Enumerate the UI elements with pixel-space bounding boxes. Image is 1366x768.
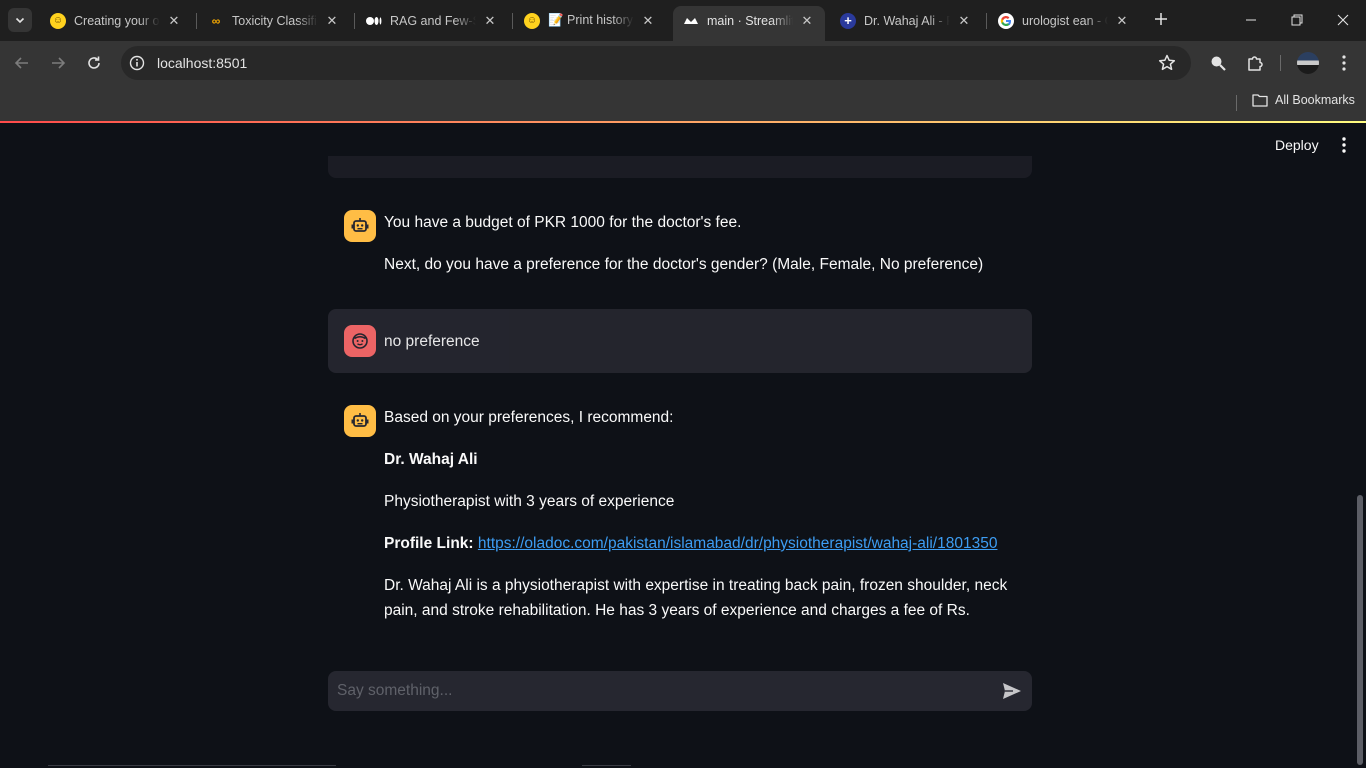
- app-menu-button[interactable]: [1333, 134, 1355, 156]
- tab-title: Toxicity Classifier: [232, 13, 318, 28]
- chat-message-user: no preference: [328, 309, 1032, 373]
- profile-label: Profile Link:: [384, 535, 474, 552]
- forward-button[interactable]: [44, 49, 72, 77]
- doctor-specialty: Physiotherapist with 3 years of experien…: [384, 493, 675, 510]
- colab-icon: ∞: [211, 13, 221, 28]
- restore-icon: [1291, 14, 1303, 26]
- tab-title: Creating your ov: [74, 13, 160, 28]
- deploy-button[interactable]: Deploy: [1262, 135, 1332, 155]
- browser-toolbar: localhost:8501: [0, 41, 1366, 85]
- chevron-down-icon: [15, 17, 25, 24]
- google-icon: [998, 12, 1014, 29]
- message-paragraph: You have a budget of PKR 1000 for the do…: [384, 214, 742, 231]
- more-vertical-icon: [1342, 55, 1346, 71]
- new-tab-button[interactable]: [1150, 8, 1172, 30]
- close-icon[interactable]: ✕: [640, 13, 656, 29]
- tab-title: Dr. Wahaj Ali - P: [864, 13, 950, 28]
- arrow-left-icon: [14, 57, 28, 69]
- medium-icon: [366, 13, 382, 29]
- reload-button[interactable]: [80, 49, 108, 77]
- message-content: You have a budget of PKR 1000 for the do…: [384, 210, 1022, 277]
- message-paragraph: Next, do you have a preference for the d…: [384, 256, 984, 273]
- extensions-button[interactable]: [1245, 53, 1265, 73]
- bookmarks-bar: All Bookmarks: [0, 85, 1366, 121]
- recommendation-intro: Based on your preferences, I recommend:: [384, 409, 674, 426]
- tab-separator: [512, 13, 513, 29]
- reload-icon: [88, 56, 100, 69]
- bookmark-star-icon[interactable]: [1157, 53, 1177, 73]
- tab-urologist[interactable]: urologist ean - G ✕: [988, 6, 1140, 35]
- close-icon[interactable]: ✕: [166, 13, 182, 29]
- doctor-description: Dr. Wahaj Ali is a physiotherapist with …: [384, 577, 1008, 619]
- tab-separator: [986, 13, 987, 29]
- previous-message-edge: [328, 156, 1032, 178]
- assistant-avatar: [344, 405, 376, 437]
- tab-print-history[interactable]: ☺ 📝 Print history ✕: [514, 6, 666, 35]
- browser-tab-strip: ☺ Creating your ov ✕ ∞ Toxicity Classifi…: [0, 0, 1366, 41]
- tab-toxicity[interactable]: ∞ Toxicity Classifier ✕: [198, 6, 350, 35]
- close-icon: [1337, 14, 1349, 26]
- search-icon: [1211, 56, 1226, 71]
- send-icon: [1003, 683, 1021, 699]
- profile-line: Profile Link: https://oladoc.com/pakista…: [384, 531, 1022, 556]
- scrollbar-thumb[interactable]: [1357, 495, 1363, 765]
- message-content: no preference: [384, 329, 1022, 354]
- close-icon[interactable]: ✕: [956, 13, 972, 29]
- tab-title: urologist ean - G: [1022, 13, 1108, 28]
- all-bookmarks-button[interactable]: All Bookmarks: [1252, 93, 1355, 107]
- tab-search-button[interactable]: [8, 8, 32, 32]
- tab-title: 📝 Print history: [548, 13, 634, 27]
- close-icon[interactable]: ✕: [324, 13, 340, 29]
- robot-icon: [351, 413, 369, 427]
- message-text: no preference: [384, 332, 480, 350]
- bookmarks-separator: [1236, 95, 1237, 111]
- close-icon[interactable]: ✕: [799, 13, 815, 29]
- close-icon[interactable]: ✕: [482, 13, 498, 29]
- puzzle-icon: [1248, 56, 1263, 71]
- tab-main-streamlit[interactable]: main · Streamlit ✕: [673, 6, 825, 41]
- folder-icon: [1252, 94, 1268, 107]
- tab-dr-wahaj[interactable]: + Dr. Wahaj Ali - P ✕: [830, 6, 982, 35]
- smiley-icon: [352, 333, 368, 349]
- tab-title: main · Streamlit: [707, 13, 793, 28]
- chat-input-container: [328, 671, 1032, 711]
- tab-separator: [196, 13, 197, 29]
- site-info-icon[interactable]: [129, 55, 145, 71]
- address-bar[interactable]: localhost:8501: [121, 46, 1191, 80]
- tab-creating[interactable]: ☺ Creating your ov ✕: [40, 6, 192, 35]
- back-button[interactable]: [8, 49, 36, 77]
- chat-message-assistant: You have a budget of PKR 1000 for the do…: [328, 198, 1032, 288]
- plus-icon: [1155, 13, 1167, 25]
- hugging-face-icon: ☺: [50, 12, 66, 29]
- close-window-button[interactable]: [1320, 0, 1366, 40]
- user-avatar: [344, 325, 376, 357]
- oladoc-icon: +: [840, 12, 856, 29]
- all-bookmarks-label: All Bookmarks: [1275, 93, 1355, 107]
- minimize-button[interactable]: [1228, 0, 1274, 40]
- browser-menu-button[interactable]: [1334, 53, 1354, 73]
- toolbar-separator: [1280, 55, 1281, 71]
- doctor-name: Dr. Wahaj Ali: [384, 451, 478, 468]
- zoom-search-button[interactable]: [1208, 53, 1228, 73]
- minimize-icon: [1246, 19, 1256, 21]
- assistant-avatar: [344, 210, 376, 242]
- arrow-right-icon: [52, 57, 66, 69]
- robot-icon: [351, 218, 369, 232]
- tab-separator: [354, 13, 355, 29]
- profile-link[interactable]: https://oladoc.com/pakistan/islamabad/dr…: [478, 535, 998, 552]
- streamlit-icon: [683, 13, 699, 29]
- more-vertical-icon: [1342, 137, 1346, 153]
- streamlit-app: Deploy You have a budget of PKR 1000 for…: [0, 123, 1366, 768]
- address-text[interactable]: localhost:8501: [157, 55, 247, 71]
- send-button[interactable]: [1000, 679, 1024, 703]
- close-icon[interactable]: ✕: [1114, 13, 1130, 29]
- tab-rag[interactable]: RAG and Few-Sh ✕: [356, 6, 508, 35]
- restore-button[interactable]: [1274, 0, 1320, 40]
- chat-message-assistant: Based on your preferences, I recommend: …: [328, 393, 1032, 623]
- chat-input[interactable]: [328, 671, 988, 711]
- tab-title: RAG and Few-Sh: [390, 13, 476, 28]
- message-content: Based on your preferences, I recommend: …: [384, 405, 1022, 623]
- profile-avatar[interactable]: [1297, 52, 1319, 74]
- hugging-face-icon: ☺: [524, 12, 540, 29]
